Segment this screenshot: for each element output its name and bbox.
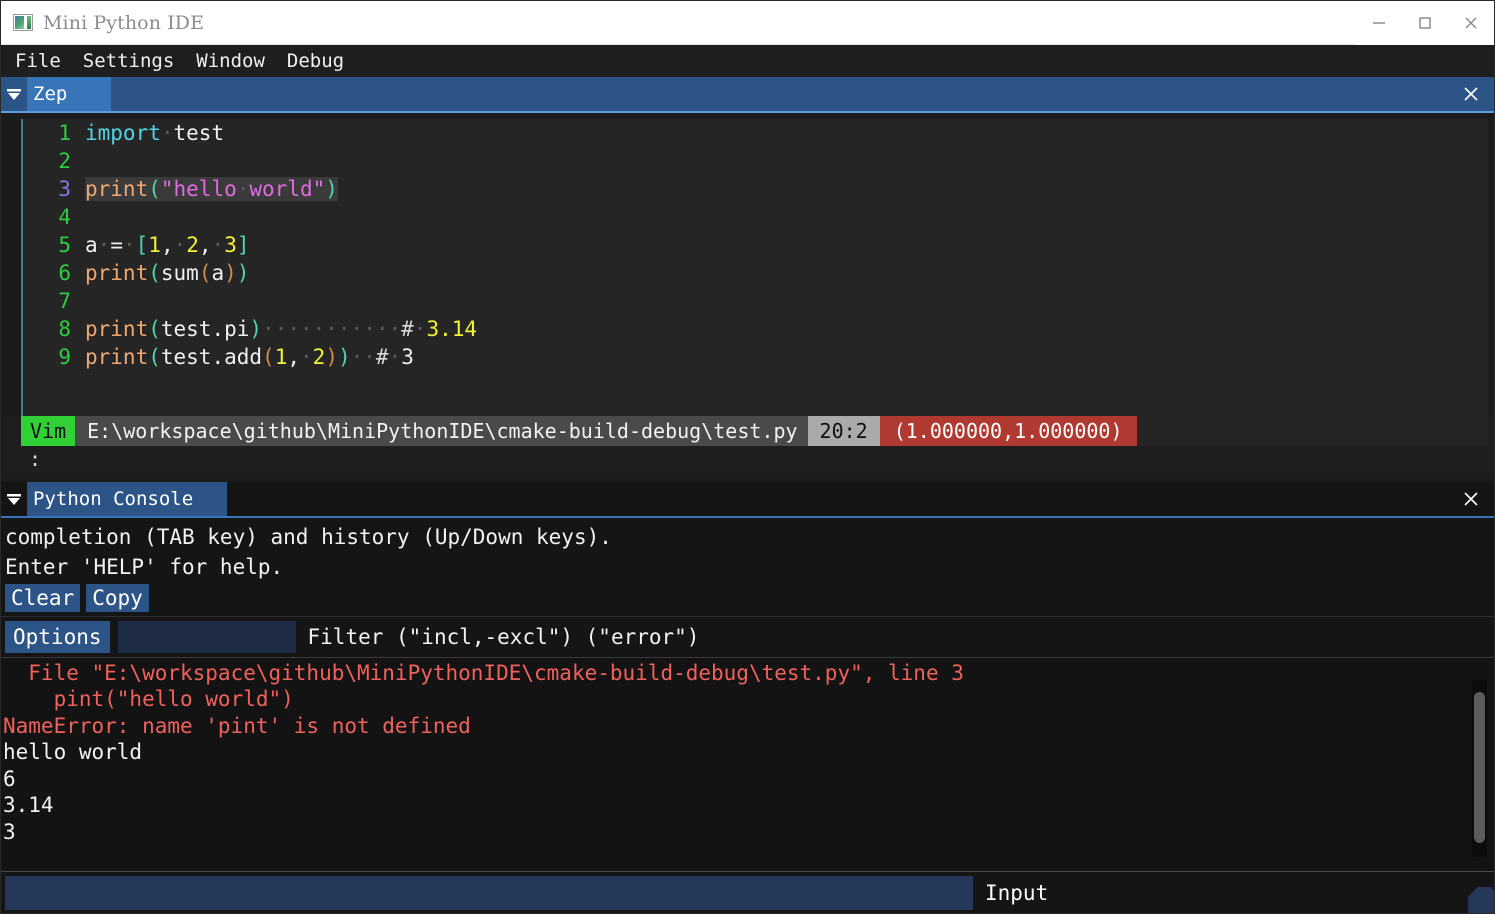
code-line[interactable]: 1 import·test [23,119,1488,147]
copy-button[interactable]: Copy [86,584,149,612]
console-output-line: pint("hello world") [3,687,294,711]
console-button-row: Clear Copy [1,582,1494,614]
window-title: Mini Python IDE [43,11,205,34]
code-line[interactable]: 5 a·=·[1,·2,·3] [23,231,1488,259]
code-line[interactable]: 2 [23,147,1488,175]
console-triangle-down-icon[interactable] [1,482,27,516]
console-scrollbar-thumb[interactable] [1474,692,1485,843]
vim-status-bar: Vim E:\workspace\github\MiniPythonIDE\cm… [21,416,1488,446]
menu-item-settings[interactable]: Settings [83,50,175,72]
window-controls [1356,0,1494,45]
code-line[interactable]: 8 print(test.pi)···········#·3.14 [23,315,1488,343]
line-number: 7 [58,289,71,313]
line-number: 8 [58,317,71,341]
image-icon [13,14,33,31]
console-output-line: NameError: name 'pint' is not defined [3,713,471,738]
code-text: print(test.pi)···········#·3.14 [85,317,478,341]
code-line[interactable]: 7 [23,287,1488,315]
code-text: print(sum(a)) [85,261,250,285]
code-editor[interactable]: 1 import·test 2 3 print("hello·world") 4 5 a·=·… [21,119,1488,416]
window-titlebar: Mini Python IDE [1,0,1494,45]
zep-panel: Zep 1 import·test 2 3 print("hello·world") 4 5… [1,77,1494,482]
console-output-line: File "E:\workspace\github\MiniPythonIDE\… [3,660,964,685]
zep-panel-header: Zep [1,77,1494,111]
code-line[interactable]: 9 print(test.add(1,·2))··#·3 [23,343,1488,371]
console-scrollbar[interactable] [1472,680,1487,857]
maximize-icon[interactable] [1402,0,1448,45]
clear-button[interactable]: Clear [5,584,81,612]
code-text: print(test.add(1,·2))··#·3 [85,345,414,369]
vim-file-path: E:\workspace\github\MiniPythonIDE\cmake-… [75,416,808,446]
line-number: 3 [58,177,71,201]
console-input-field[interactable] [5,875,973,910]
console-output-line: 3.14 [3,793,54,817]
zep-tab[interactable]: Zep [27,77,111,111]
console-banner-line-2: Enter 'HELP' for help. [5,555,284,579]
filter-input[interactable] [117,621,296,653]
code-text: print("hello·world") [85,177,338,201]
line-number: 5 [58,233,71,257]
line-number: 6 [58,261,71,285]
console-output-line: 3 [3,819,16,844]
panel-gap [1,474,1494,482]
code-line[interactable]: 6 print(sum(a)) [23,259,1488,287]
console-header-area: completion (TAB key) and history (Up/Dow… [1,518,1494,657]
console-banner-line-1: completion (TAB key) and history (Up/Dow… [5,525,612,549]
line-number: 9 [58,345,71,369]
console-close-icon[interactable] [1454,482,1488,516]
console-filter-row: Options Filter ("incl,-excl") ("error") [1,616,1494,657]
triangle-down-icon[interactable] [1,77,27,111]
code-line[interactable]: 4 [23,203,1488,231]
editor-wrapper: 1 import·test 2 3 print("hello·world") 4 5 a·=·… [1,113,1494,416]
console-output-line: hello world [3,740,143,764]
console-output-lines: [error] Traceback (most recent call last… [1,658,1494,845]
code-text: a·=·[1,·2,·3] [85,233,250,257]
console-panel-header: Python Console [1,482,1494,516]
console-input-row: Input [1,871,1494,913]
options-button[interactable]: Options [5,621,110,653]
resize-grip[interactable] [1468,887,1494,913]
mini-python-ide-window: Mini Python IDE File Settings Window Deb… [0,0,1495,914]
console-input-label: Input [985,880,1049,905]
close-icon[interactable] [1448,0,1494,45]
line-number: 4 [58,205,71,229]
console-tab[interactable]: Python Console [27,482,227,516]
python-console-panel: Python Console completion (TAB key) and … [1,482,1494,913]
vim-coordinates: (1.000000,1.000000) [879,416,1137,446]
menubar: File Settings Window Debug [1,45,1494,77]
console-output-line: 6 [3,766,16,791]
line-number: 1 [58,121,71,145]
console-output-area[interactable]: [error] Traceback (most recent call last… [1,657,1494,871]
line-number: 2 [58,149,71,173]
zep-close-icon[interactable] [1454,77,1488,111]
code-line[interactable]: 3 print("hello·world") [23,175,1488,203]
vim-command-line[interactable]: : [21,446,1488,474]
minimize-icon[interactable] [1356,0,1402,45]
menu-item-debug[interactable]: Debug [287,50,344,72]
vim-cursor-position: 20:2 [807,416,880,446]
vim-mode-badge: Vim [21,416,76,446]
menu-item-window[interactable]: Window [196,50,265,72]
code-text: import·test [85,121,225,145]
filter-label: Filter ("incl,-excl") ("error") [307,625,700,649]
menu-item-file[interactable]: File [15,50,61,72]
